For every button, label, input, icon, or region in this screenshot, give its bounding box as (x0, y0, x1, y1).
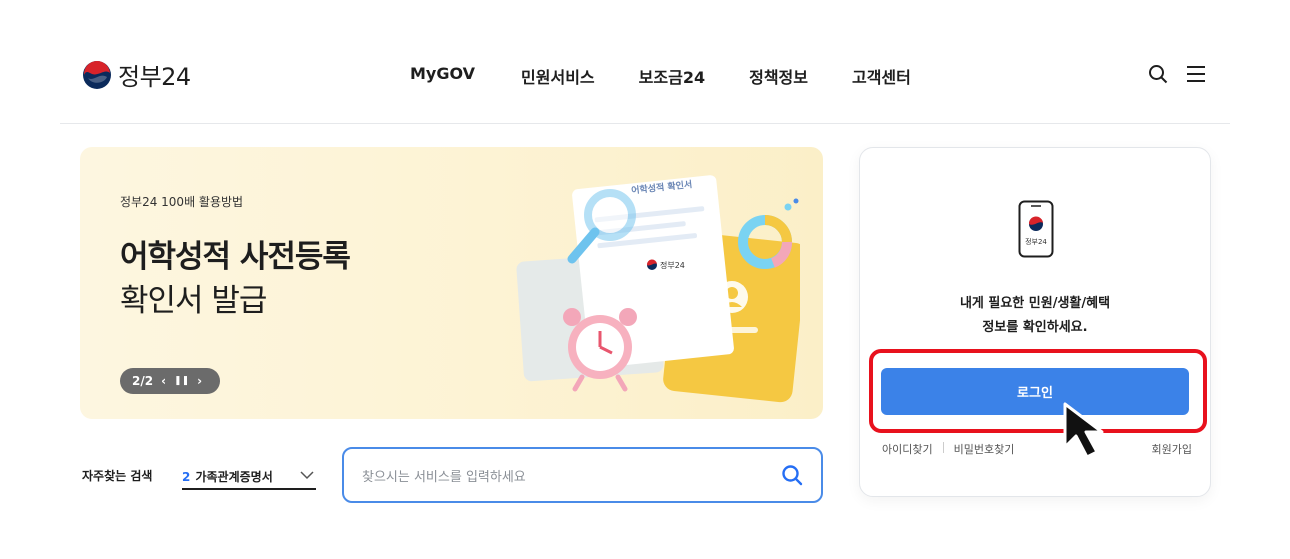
banner-title-line1: 어학성적 사전등록 (120, 239, 351, 275)
frequent-search-label: 자주찾는 검색 (82, 469, 153, 483)
menu-icon[interactable] (1186, 65, 1206, 83)
pager-pause-icon[interactable]: ❚❚ (174, 376, 189, 386)
banner-illustration: 어학성적 확인서 정부24 (516, 175, 800, 403)
search-icon[interactable] (1148, 64, 1168, 84)
header-divider (60, 123, 1230, 124)
find-id-link[interactable]: 아이디찾기 (882, 441, 933, 457)
frequent-search-select[interactable]: 2 가족관계증명서 (182, 462, 316, 490)
service-search-box[interactable]: 찾으시는 서비스를 입력하세요 (342, 447, 823, 503)
government-emblem-icon (83, 60, 111, 89)
frequent-search-rank: 2 (182, 469, 191, 484)
promo-banner[interactable]: 정부24 100배 활용방법 어학성적 사전등록 확인서 발급 2/2 ‹ ❚❚… (80, 147, 823, 419)
login-button[interactable]: 로그인 (881, 368, 1189, 415)
mouse-pointer-icon (1063, 402, 1104, 459)
pager-prev-icon[interactable]: ‹ (161, 374, 166, 388)
phone-label: 정부24 (1025, 237, 1047, 246)
link-divider (942, 442, 944, 453)
nav-civil-services[interactable]: 민원서비스 (521, 64, 595, 88)
logo-text: 정부24 (118, 63, 191, 91)
nav-policy-info[interactable]: 정책정보 (749, 64, 808, 88)
nav-customer-center[interactable]: 고객센터 (852, 64, 911, 88)
login-message-line1: 내게 필요한 민원/생활/혜택 (959, 296, 1111, 311)
nav-mygov[interactable]: MyGOV (410, 64, 475, 88)
frequent-search-term: 가족관계증명서 (195, 469, 273, 484)
document-logo: 정부24 (660, 260, 685, 270)
banner-title-line2: 확인서 발급 (120, 283, 267, 319)
service-search-input[interactable]: 찾으시는 서비스를 입력하세요 (362, 466, 526, 485)
banner-eyebrow: 정부24 100배 활용방법 (120, 195, 244, 209)
mobile-phone-icon: 정부24 (1018, 200, 1054, 258)
chevron-down-icon (300, 470, 314, 479)
signup-link[interactable]: 회원가입 (1152, 441, 1192, 457)
login-message-line2: 정보를 확인하세요. (982, 320, 1088, 335)
site-logo[interactable]: 정부24 (82, 57, 191, 92)
pager-count: 2/2 (132, 374, 154, 388)
pager-next-icon[interactable]: › (197, 374, 202, 388)
find-password-link[interactable]: 비밀번호찾기 (954, 441, 1015, 457)
login-links: 아이디찾기 비밀번호찾기 회원가입 (882, 441, 1192, 457)
login-card: 정부24 내게 필요한 민원/생활/혜택 정보를 확인하세요. 로그인 아이디찾… (859, 147, 1211, 497)
main-nav: MyGOV 민원서비스 보조금24 정책정보 고객센터 (410, 64, 911, 88)
header-actions (1148, 64, 1206, 84)
nav-subsidy24[interactable]: 보조금24 (639, 64, 705, 88)
search-submit-icon[interactable] (781, 464, 803, 486)
banner-pager: 2/2 ‹ ❚❚ › (120, 368, 220, 394)
